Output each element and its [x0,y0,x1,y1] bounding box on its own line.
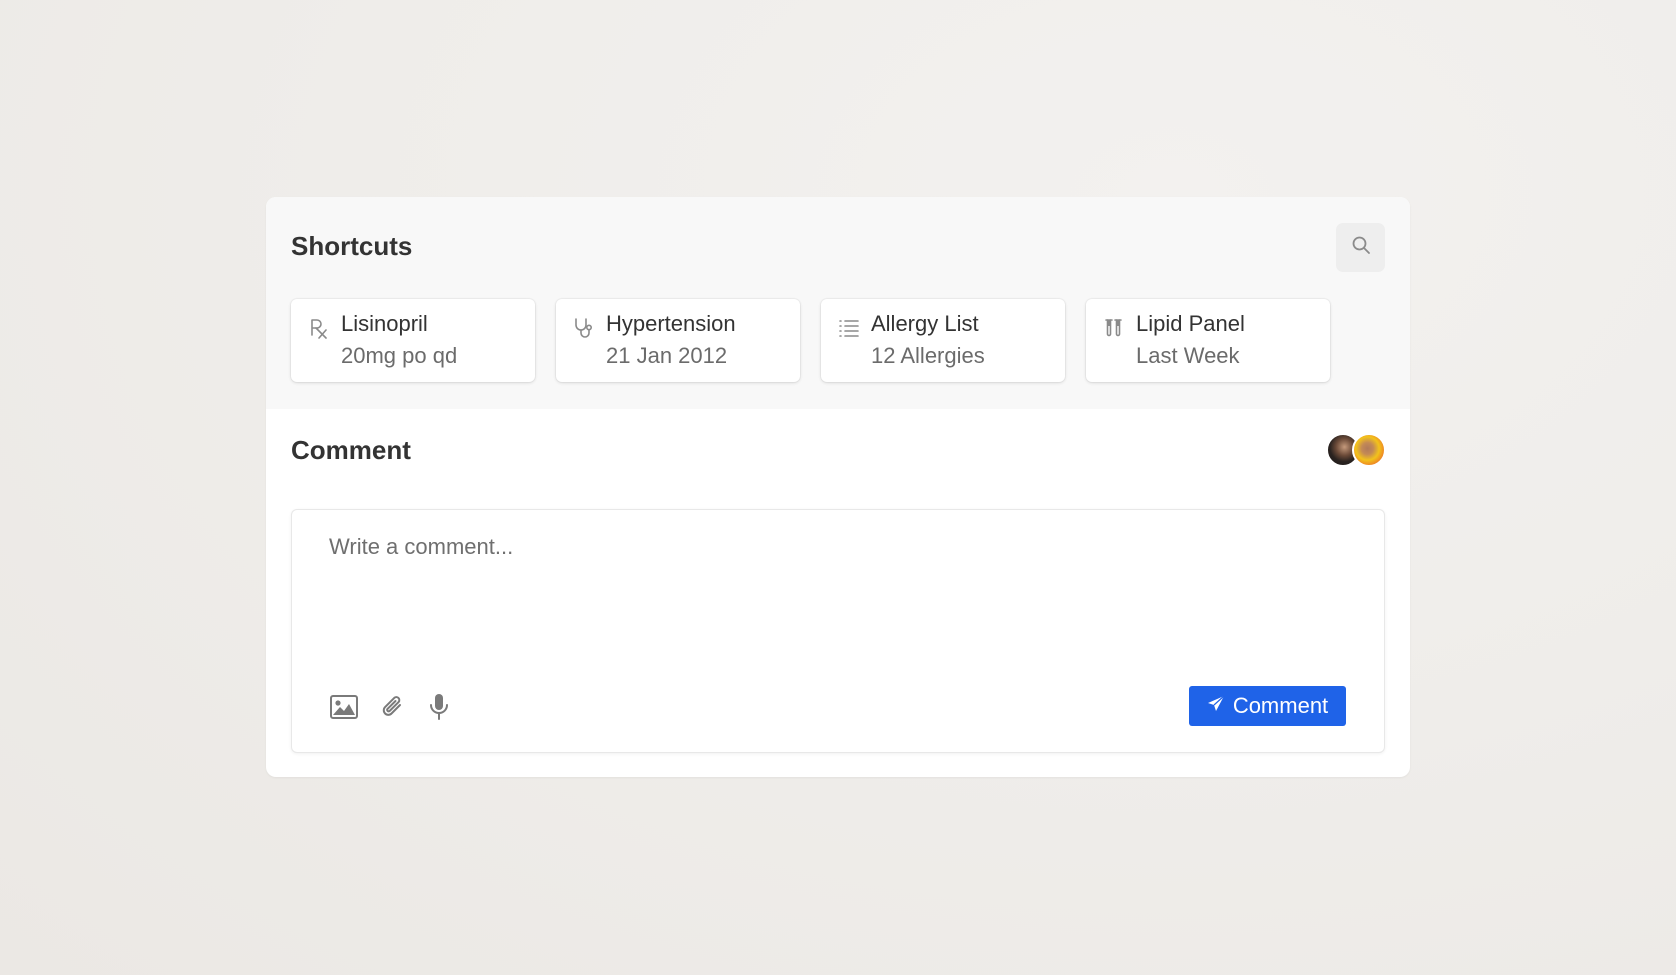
comment-title: Comment [291,435,411,465]
rx-icon [308,316,330,340]
shortcut-tiles: Lisinopril 20mg po qd Hypertension 21 Ja… [291,299,1330,382]
shortcut-detail: Last Week [1136,343,1240,368]
shortcuts-panel: Shortcuts Lisinopril 20mg po qd Hyperten… [266,197,1410,409]
shortcut-tile-hypertension[interactable]: Hypertension 21 Jan 2012 [556,299,800,382]
avatar[interactable] [1352,433,1386,467]
submit-comment-label: Comment [1232,693,1329,718]
shortcut-name: Hypertension [606,311,736,336]
shortcut-name: Lisinopril [341,311,428,336]
search-button[interactable] [1336,223,1385,272]
shortcuts-title: Shortcuts [291,231,413,261]
search-icon [1351,235,1371,260]
comment-input[interactable] [329,534,1329,654]
image-icon[interactable] [329,692,359,722]
microphone-icon[interactable] [428,692,450,722]
shortcuts-comment-card: Shortcuts Lisinopril 20mg po qd Hyperten… [266,197,1410,777]
shortcut-tile-lipid-panel[interactable]: Lipid Panel Last Week [1086,299,1330,382]
shortcut-detail: 20mg po qd [341,343,458,368]
comment-composer: Comment [291,509,1385,753]
shortcut-name: Lipid Panel [1136,311,1245,336]
participant-avatars [1326,433,1386,467]
list-icon [838,316,860,340]
comment-panel: Comment Write a comment... Comment [266,409,1410,777]
shortcut-detail: 12 Allergies [871,343,985,368]
paperclip-icon[interactable] [380,692,406,722]
test-tubes-icon [1103,316,1125,340]
submit-comment-button[interactable]: Comment [1189,686,1346,726]
shortcut-name: Allergy List [871,311,979,336]
shortcut-tile-lisinopril[interactable]: Lisinopril 20mg po qd [291,299,535,382]
stethoscope-icon [573,316,595,340]
send-icon [1207,693,1225,719]
shortcut-detail: 21 Jan 2012 [606,343,728,368]
shortcut-tile-allergy-list[interactable]: Allergy List 12 Allergies [821,299,1065,382]
